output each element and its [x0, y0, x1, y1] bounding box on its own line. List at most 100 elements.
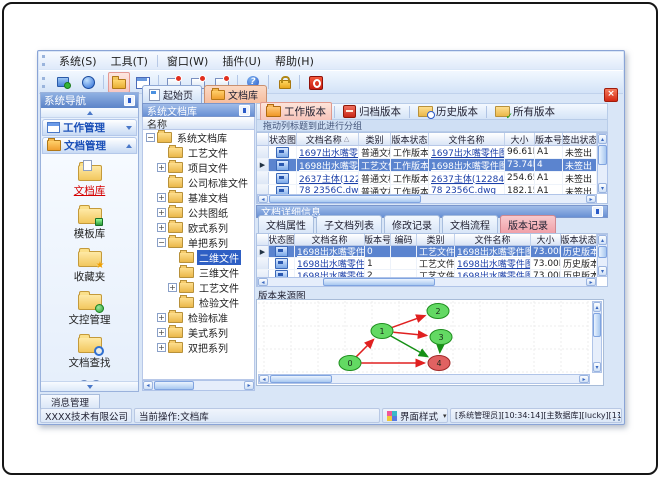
- pin-icon[interactable]: [124, 95, 135, 106]
- detail-tab-2[interactable]: 子文档列表: [316, 215, 382, 233]
- sidebar-header[interactable]: 系统导航: [41, 93, 138, 108]
- tree-node[interactable]: 公司标准文件: [143, 175, 254, 190]
- column-header[interactable]: 文件名称: [455, 234, 531, 246]
- scroll-right-icon[interactable]: ▸: [244, 381, 254, 390]
- scrollbar-thumb[interactable]: [593, 313, 601, 337]
- detail-tab-4[interactable]: 文档流程: [442, 215, 498, 233]
- column-header[interactable]: 版本号: [365, 234, 391, 246]
- graph-vscrollbar[interactable]: ▴ ▾: [592, 301, 602, 373]
- scroll-up-icon[interactable]: ▴: [598, 134, 607, 144]
- tree-expander-icon[interactable]: +: [157, 163, 166, 172]
- sidebar-item[interactable]: 文控管理: [69, 288, 111, 329]
- column-header[interactable]: 版本状态: [561, 234, 597, 246]
- column-header[interactable]: 状态图: [269, 234, 295, 246]
- tree-node[interactable]: − 单把系列: [143, 235, 254, 250]
- tree-node[interactable]: + 双把系列: [143, 340, 254, 355]
- document-tab-2[interactable]: 文档库: [204, 85, 267, 103]
- sidebar-item[interactable]: 文档库: [74, 159, 105, 200]
- sidebar-item[interactable]: 模板库: [74, 202, 105, 243]
- scroll-left-icon[interactable]: ◂: [259, 375, 269, 383]
- tree-node[interactable]: + 项目文件: [143, 160, 254, 175]
- drag-handle[interactable]: [42, 55, 48, 66]
- tree-node[interactable]: 三维文件: [143, 265, 254, 280]
- pin-icon[interactable]: [239, 104, 250, 116]
- detail-tab-5[interactable]: 版本记录: [500, 215, 556, 233]
- column-header[interactable]: 类别: [359, 133, 391, 146]
- tree-node[interactable]: 二维文件: [143, 250, 254, 265]
- scroll-left-icon[interactable]: ◂: [258, 278, 268, 286]
- scrollbar-thumb[interactable]: [270, 375, 332, 383]
- tree-expander-icon[interactable]: −: [146, 133, 155, 142]
- sidebar-group-docs[interactable]: 文档管理: [42, 137, 137, 154]
- scroll-down-icon[interactable]: ▾: [593, 362, 601, 372]
- table-row[interactable]: 1698出水嘴零件图.dwg2工艺文件1698出水嘴零件图.dwg73.00KB…: [257, 270, 597, 277]
- scrollbar-thumb[interactable]: [598, 246, 607, 258]
- column-header[interactable]: 文档名称: [295, 234, 365, 246]
- tree-node[interactable]: + 基准文档: [143, 190, 254, 205]
- scrollbar-thumb[interactable]: [154, 381, 194, 390]
- table-row[interactable]: ▶1698出水嘴零件图.dwg0工艺文件1698出水嘴零件图.dwg73.00K…: [257, 246, 597, 258]
- table-row[interactable]: 1697出水嘴零件图.dwg普通文档工作版本1697出水嘴零件图.dwg96.6…: [257, 146, 597, 159]
- tree-node[interactable]: 检验文件: [143, 295, 254, 310]
- column-header[interactable]: 编码: [391, 234, 417, 246]
- column-header[interactable]: 状态图: [269, 133, 297, 146]
- tree-node[interactable]: + 工艺文件: [143, 280, 254, 295]
- tree-node[interactable]: + 美式系列: [143, 325, 254, 340]
- message-management-tab[interactable]: 消息管理: [40, 394, 100, 409]
- interface-style-button[interactable]: 界面样式 ▾: [382, 408, 448, 423]
- tree-expander-icon[interactable]: −: [157, 238, 166, 247]
- tree-node[interactable]: 工艺文件: [143, 145, 254, 160]
- column-header[interactable]: 版本状态: [391, 133, 429, 146]
- detail-tab-3[interactable]: 修改记录: [384, 215, 440, 233]
- column-header[interactable]: 大小: [531, 234, 561, 246]
- tree-expander-icon[interactable]: +: [157, 313, 166, 322]
- column-header[interactable]: 签出状态: [563, 133, 597, 146]
- tree-expander-icon[interactable]: +: [157, 223, 166, 232]
- version-button-4[interactable]: 所有版本: [489, 102, 561, 122]
- close-icon[interactable]: ×: [604, 88, 618, 102]
- globe-button[interactable]: [77, 72, 99, 93]
- resize-grip[interactable]: [613, 414, 620, 421]
- sidebar-scroll-down[interactable]: [41, 381, 138, 391]
- documents-table-vscrollbar[interactable]: ▴ ▾: [597, 133, 608, 194]
- scroll-right-icon[interactable]: ▸: [579, 375, 589, 383]
- version-button-3[interactable]: 历史版本: [412, 102, 484, 121]
- sidebar-group-work[interactable]: 工作管理: [42, 119, 137, 136]
- table-row[interactable]: 1698出水嘴零件图.dwg1工艺文件1698出水嘴零件图.dwg73.00KB…: [257, 258, 597, 270]
- scrollbar-thumb[interactable]: [323, 278, 435, 286]
- scrollbar-thumb[interactable]: [598, 145, 607, 165]
- table-row[interactable]: 78 2356C.dwg普通文档工作版本78 2356C.dwg182.15KB…: [257, 185, 597, 194]
- table-row[interactable]: 2637主体(12284).dwg普通文档工作版本2637主体(12284).d…: [257, 172, 597, 185]
- column-header[interactable]: 版本号: [535, 133, 563, 146]
- scroll-up-icon[interactable]: ▴: [593, 302, 601, 312]
- folder-view-button[interactable]: [108, 71, 130, 93]
- tree-expander-icon[interactable]: +: [157, 343, 166, 352]
- sync-computer-button[interactable]: [53, 72, 75, 93]
- tree-node[interactable]: + 检验标准: [143, 310, 254, 325]
- menu-item-4[interactable]: 插件(U): [215, 52, 268, 70]
- menu-item-3[interactable]: 窗口(W): [160, 52, 215, 70]
- document-tab-1[interactable]: 起始页: [142, 85, 202, 103]
- detail-tab-1[interactable]: 文档属性: [258, 215, 314, 233]
- version-records-vscrollbar[interactable]: ▴ ▾: [597, 234, 608, 277]
- scroll-left-icon[interactable]: ◂: [258, 195, 268, 203]
- scroll-down-icon[interactable]: ▾: [598, 183, 607, 193]
- menu-item-2[interactable]: 工具(T): [104, 52, 155, 70]
- scroll-left-icon[interactable]: ◂: [143, 381, 153, 390]
- tree-horizontal-scrollbar[interactable]: ◂ ▸: [142, 380, 255, 391]
- tree-expander-icon[interactable]: +: [157, 193, 166, 202]
- column-header[interactable]: 大小: [505, 133, 535, 146]
- sidebar-item[interactable]: 文档查找: [69, 331, 111, 372]
- sidebar-collapse-button[interactable]: [41, 108, 138, 118]
- column-header[interactable]: 文件名称: [429, 133, 505, 146]
- documents-table-hscrollbar[interactable]: ◂ ▸: [257, 194, 597, 204]
- scroll-right-icon[interactable]: ▸: [586, 278, 596, 286]
- sidebar-item[interactable]: 收藏夹: [74, 245, 105, 286]
- scroll-down-icon[interactable]: ▾: [598, 266, 607, 276]
- column-header[interactable]: 文档名称 △: [297, 133, 359, 146]
- column-header[interactable]: 类别: [417, 234, 455, 246]
- tree-node[interactable]: + 公共图纸: [143, 205, 254, 220]
- tree-expander-icon[interactable]: +: [157, 208, 166, 217]
- menu-item-5[interactable]: 帮助(H): [268, 52, 321, 70]
- table-row[interactable]: ▶1698出水嘴零件图.dwg工艺文件工作版本1698出水嘴零件图.dwg73.…: [257, 159, 597, 172]
